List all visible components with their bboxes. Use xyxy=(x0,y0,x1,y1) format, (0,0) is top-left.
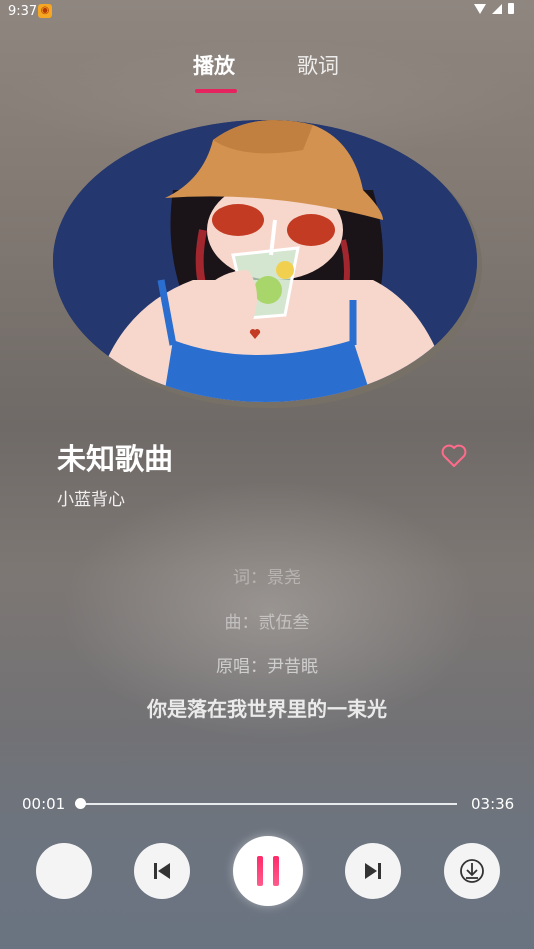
status-icons xyxy=(474,3,514,14)
album-cover xyxy=(53,120,477,402)
wifi-icon xyxy=(474,3,486,14)
play-mode-button[interactable] xyxy=(36,843,92,899)
download-button[interactable] xyxy=(444,843,500,899)
favorite-button[interactable] xyxy=(440,442,468,470)
active-tab-indicator xyxy=(195,89,237,93)
skip-previous-icon xyxy=(154,863,170,879)
status-time: 9:37 xyxy=(8,4,38,19)
next-button[interactable] xyxy=(345,843,401,899)
lyric-line: 原唱：尹昔眠 xyxy=(216,657,318,677)
battery-icon xyxy=(508,3,514,14)
total-time: 03:36 xyxy=(471,795,515,813)
progress-thumb[interactable] xyxy=(75,798,86,809)
lyric-line: 词：景尧 xyxy=(233,568,301,588)
album-illustration xyxy=(53,120,477,402)
tab-lyrics[interactable]: 歌词 xyxy=(297,50,339,80)
tab-bar: 播放 歌词 xyxy=(0,50,534,100)
previous-button[interactable] xyxy=(134,843,190,899)
pause-icon xyxy=(257,856,279,886)
heart-icon xyxy=(441,444,467,467)
progress-bar[interactable] xyxy=(80,803,457,805)
album-art xyxy=(53,120,482,408)
current-time: 00:01 xyxy=(22,795,66,813)
lyric-line: 曲：贰伍叁 xyxy=(224,613,310,633)
tab-play[interactable]: 播放 xyxy=(193,50,235,80)
signal-icon xyxy=(492,3,502,14)
status-bar: 9:37 ◉ xyxy=(0,0,534,24)
song-artist: 小蓝背心 xyxy=(57,490,125,510)
app-notification-icon: ◉ xyxy=(38,4,52,18)
pause-button[interactable] xyxy=(233,836,303,906)
lyric-line-current: 你是落在我世界里的一束光 xyxy=(147,697,387,721)
song-title: 未知歌曲 xyxy=(57,442,174,476)
skip-next-icon xyxy=(365,863,381,879)
download-icon xyxy=(460,859,484,883)
